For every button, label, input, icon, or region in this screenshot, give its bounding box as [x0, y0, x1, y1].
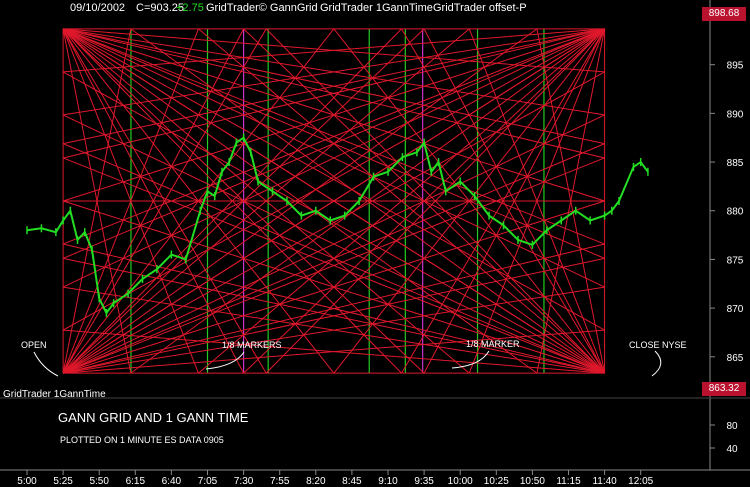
grid-high-tag: 898.68: [702, 7, 746, 21]
header-change: +2.75: [176, 2, 204, 14]
x-tick-label: 5:00: [17, 476, 37, 487]
header-study-gann-grid: GridTrader© GannGrid: [206, 2, 318, 14]
x-tick-label: 10:50: [520, 476, 545, 487]
y-tick-label: 870: [727, 304, 744, 315]
x-tick-label: 8:45: [342, 476, 362, 487]
x-tick-label: 12:05: [628, 476, 653, 487]
y-tick-label: 875: [727, 255, 744, 266]
x-tick-label: 10:00: [448, 476, 473, 487]
x-tick-label: 8:20: [306, 476, 326, 487]
x-tick-label: 9:35: [414, 476, 434, 487]
chart-title: GANN GRID AND 1 GANN TIME: [58, 410, 249, 425]
grid-low-tag: 863.32: [702, 382, 746, 396]
x-tick-label: 7:30: [234, 476, 254, 487]
price-series-line: [26, 136, 649, 315]
header-date: 09/10/2002: [70, 2, 126, 14]
header-study-gann-time: GridTrader 1GannTime: [320, 2, 433, 14]
x-tick-label: 5:25: [53, 476, 73, 487]
y-tick-label: 865: [727, 353, 744, 364]
x-tick-label: 10:25: [484, 476, 509, 487]
x-tick-label: 9:10: [378, 476, 398, 487]
annotation-open-arrow: [33, 351, 59, 377]
annotation-open: OPEN: [21, 340, 47, 350]
x-tick-label: 7:05: [198, 476, 218, 487]
annotation-close-arrow: [651, 350, 662, 377]
annotation-close-nyse: CLOSE NYSE: [629, 340, 687, 350]
y-tick-label: 880: [727, 207, 744, 218]
header-study-offset: GridTrader offset-P: [433, 2, 527, 14]
annotation-marker-left: 1/8 MARKERS: [222, 340, 282, 350]
lower-y-tick-label: 40: [726, 444, 738, 455]
annotation-marker-right: 1/8 MARKER: [466, 339, 520, 349]
y-tick-label: 885: [727, 158, 744, 169]
annotation-bottom-study: GridTrader 1GannTime: [3, 389, 106, 400]
y-tick-label: 890: [727, 109, 744, 120]
x-tick-label: 7:55: [270, 476, 290, 487]
y-tick-label: 895: [727, 61, 744, 72]
x-tick-label: 6:40: [162, 476, 182, 487]
x-tick-label: 6:15: [126, 476, 146, 487]
x-tick-label: 5:50: [89, 476, 109, 487]
chart-subtitle: PLOTTED ON 1 MINUTE ES DATA 0905: [60, 435, 224, 445]
x-tick-label: 11:15: [556, 476, 581, 487]
lower-y-tick-label: 80: [726, 421, 738, 432]
x-tick-label: 11:40: [592, 476, 617, 487]
